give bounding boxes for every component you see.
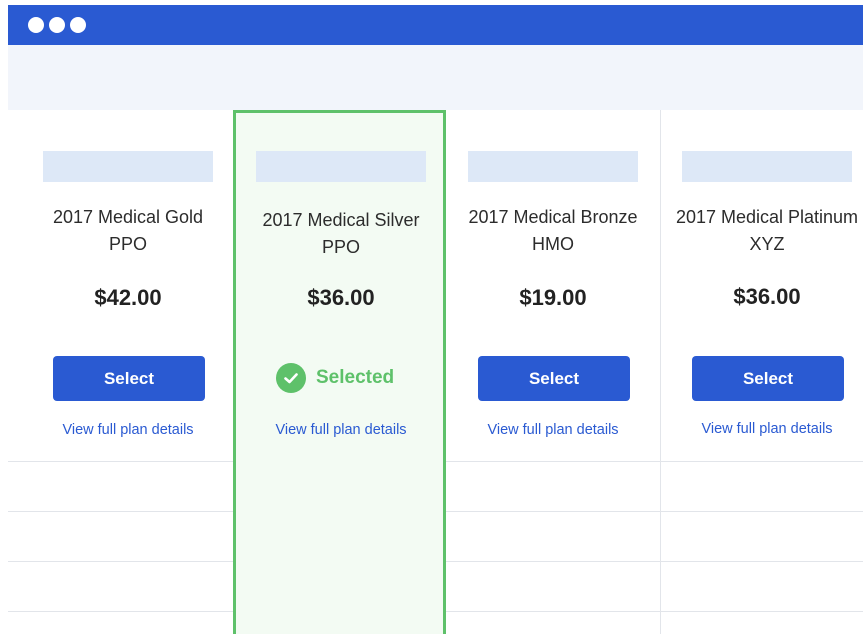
window-dot-icon[interactable] xyxy=(70,17,86,33)
view-details-link[interactable]: View full plan details xyxy=(672,421,862,437)
selected-label: Selected xyxy=(316,367,395,388)
window-dot-icon[interactable] xyxy=(28,17,44,33)
plan-card-bronze: 2017 Medical Bronze HMO $19.00 Select Vi… xyxy=(446,110,660,634)
plan-name: 2017 Medical Gold PPO xyxy=(52,207,204,254)
plan-image-placeholder xyxy=(256,151,426,182)
plan-price: $19.00 xyxy=(519,285,587,310)
window-dot-icon[interactable] xyxy=(49,17,65,33)
view-details-link[interactable]: View full plan details xyxy=(33,422,223,438)
title-bar xyxy=(8,5,863,45)
plan-card-silver: 2017 Medical Silver PPO $36.00 Selected … xyxy=(233,110,446,634)
selected-indicator[interactable]: Selected xyxy=(276,363,394,393)
plan-image-placeholder xyxy=(468,151,638,182)
view-details-link[interactable]: View full plan details xyxy=(246,422,436,438)
plan-price: $36.00 xyxy=(733,284,801,309)
select-button[interactable]: Select xyxy=(53,356,205,401)
plan-image-placeholder xyxy=(682,151,852,182)
plan-price: $36.00 xyxy=(307,285,375,310)
select-button[interactable]: Select xyxy=(478,356,630,401)
browser-window: 2017 Medical Gold PPO $42.00 Select View… xyxy=(8,5,863,634)
plan-name: 2017 Medical Platinum XYZ xyxy=(675,207,859,254)
plan-card-platinum: 2017 Medical Platinum XYZ $36.00 Select … xyxy=(661,110,863,634)
plan-name: 2017 Medical Bronze HMO xyxy=(468,207,638,254)
plan-name: 2017 Medical Silver PPO xyxy=(262,210,420,257)
select-button[interactable]: Select xyxy=(692,356,844,401)
plan-card-gold: 2017 Medical Gold PPO $42.00 Select View… xyxy=(8,110,233,634)
check-circle-icon xyxy=(276,363,306,393)
plan-image-placeholder xyxy=(43,151,213,182)
view-details-link[interactable]: View full plan details xyxy=(458,422,648,438)
plan-price: $42.00 xyxy=(94,285,162,310)
toolbar xyxy=(8,45,863,110)
